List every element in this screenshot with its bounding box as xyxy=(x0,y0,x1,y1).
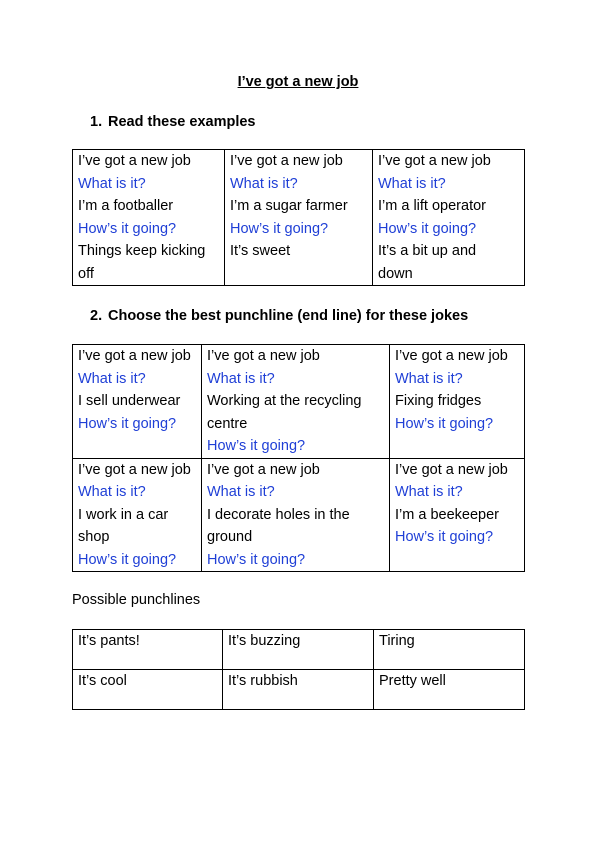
joke-question: How’s it going? xyxy=(207,438,306,454)
joke-punchline: off xyxy=(78,265,94,282)
punchline-cell: Pretty well xyxy=(373,669,525,710)
examples-table: I’ve got a new job What is it? I’m a foo… xyxy=(72,149,525,286)
joke-question: What is it? xyxy=(378,175,446,192)
joke-line: I’ve got a new job xyxy=(207,348,320,364)
joke-line: ground xyxy=(207,529,253,545)
joke-line: I’m a footballer xyxy=(78,198,174,214)
joke-question: How’s it going? xyxy=(378,220,477,237)
punchline-cell: It’s rubbish xyxy=(222,669,374,710)
joke-line: I’ve got a new job xyxy=(395,348,508,364)
punchlines-label: Possible punchlines xyxy=(72,592,201,608)
joke-line: I’m a beekeeper xyxy=(395,506,499,523)
joke-line: I’ve got a new job xyxy=(207,461,320,478)
section-2-heading-text: Choose the best punchline (end line) for… xyxy=(108,308,469,324)
joke-line: I work in a car xyxy=(78,506,169,523)
joke-cell: I’ve got a new job What is it? I work in… xyxy=(72,457,202,572)
joke-question: How’s it going? xyxy=(207,551,306,568)
joke-line: Working at the recycling xyxy=(207,393,362,409)
joke-question: What is it? xyxy=(207,370,275,387)
page-title: I’ve got a new job xyxy=(237,74,359,90)
joke-line: I’ve got a new job xyxy=(78,153,191,169)
table-row: It’s cool It’s rubbish Pretty well xyxy=(72,669,525,710)
punchline-cell: Tiring xyxy=(373,629,525,670)
section-2-number: 2. xyxy=(90,308,103,324)
joke-question: How’s it going? xyxy=(78,551,177,568)
joke-question: How’s it going? xyxy=(230,220,329,237)
table-row: I’ve got a new job What is it? I sell un… xyxy=(72,344,525,459)
joke-question: What is it? xyxy=(395,370,463,387)
joke-question: What is it? xyxy=(230,175,298,192)
example-cell: I’ve got a new job What is it? I’m a foo… xyxy=(72,149,225,286)
joke-line: I’m a sugar farmer xyxy=(230,198,348,214)
jokes-table: I’ve got a new job What is it? I sell un… xyxy=(72,344,525,572)
punchline-cell: It’s pants! xyxy=(72,629,223,670)
joke-line: I’ve got a new job xyxy=(78,348,191,364)
joke-line: I’ve got a new job xyxy=(395,461,508,478)
joke-line: shop xyxy=(78,529,110,545)
joke-cell: I’ve got a new job What is it? I decorat… xyxy=(201,457,390,572)
section-1-number: 1. xyxy=(90,114,103,130)
table-row: It’s pants! It’s buzzing Tiring xyxy=(72,629,525,670)
joke-line: centre xyxy=(207,415,248,432)
punchline-cell: It’s cool xyxy=(72,669,223,710)
punchlines-table: It’s pants! It’s buzzing Tiring It’s coo… xyxy=(72,629,525,710)
joke-question: How’s it going? xyxy=(395,529,494,545)
joke-line: I sell underwear xyxy=(78,393,181,409)
joke-line: Fixing fridges xyxy=(395,393,482,409)
joke-question: How’s it going? xyxy=(78,415,177,432)
joke-cell: I’ve got a new job What is it? I’m a bee… xyxy=(389,457,525,572)
joke-cell: I’ve got a new job What is it? I sell un… xyxy=(72,344,202,459)
example-cell: I’ve got a new job What is it? I’m a lif… xyxy=(372,149,525,286)
joke-line: I decorate holes in the xyxy=(207,506,350,523)
table-row: I’ve got a new job What is it? I work in… xyxy=(72,457,525,572)
joke-punchline: It’s sweet xyxy=(230,243,291,259)
joke-cell: I’ve got a new job What is it? Fixing fr… xyxy=(389,344,525,459)
joke-punchline: Things keep kicking xyxy=(78,243,206,259)
joke-question: What is it? xyxy=(395,484,463,500)
joke-line: I’ve got a new job xyxy=(378,153,491,169)
joke-question: How’s it going? xyxy=(78,220,177,237)
punchline-cell: It’s buzzing xyxy=(222,629,374,670)
joke-line: I’ve got a new job xyxy=(230,153,343,169)
joke-cell: I’ve got a new job What is it? Working a… xyxy=(201,344,390,459)
joke-question: What is it? xyxy=(78,370,146,387)
joke-question: How’s it going? xyxy=(395,415,494,432)
joke-punchline: It’s a bit up and xyxy=(378,243,477,259)
example-cell: I’ve got a new job What is it? I’m a sug… xyxy=(224,149,373,286)
joke-question: What is it? xyxy=(78,175,146,192)
joke-question: What is it? xyxy=(207,484,275,500)
joke-line: I’ve got a new job xyxy=(78,461,191,478)
joke-question: What is it? xyxy=(78,484,146,500)
joke-punchline: down xyxy=(378,265,413,282)
section-1-heading-text: Read these examples xyxy=(108,114,256,130)
table-row: I’ve got a new job What is it? I’m a foo… xyxy=(72,149,525,286)
joke-line: I’m a lift operator xyxy=(378,198,486,214)
